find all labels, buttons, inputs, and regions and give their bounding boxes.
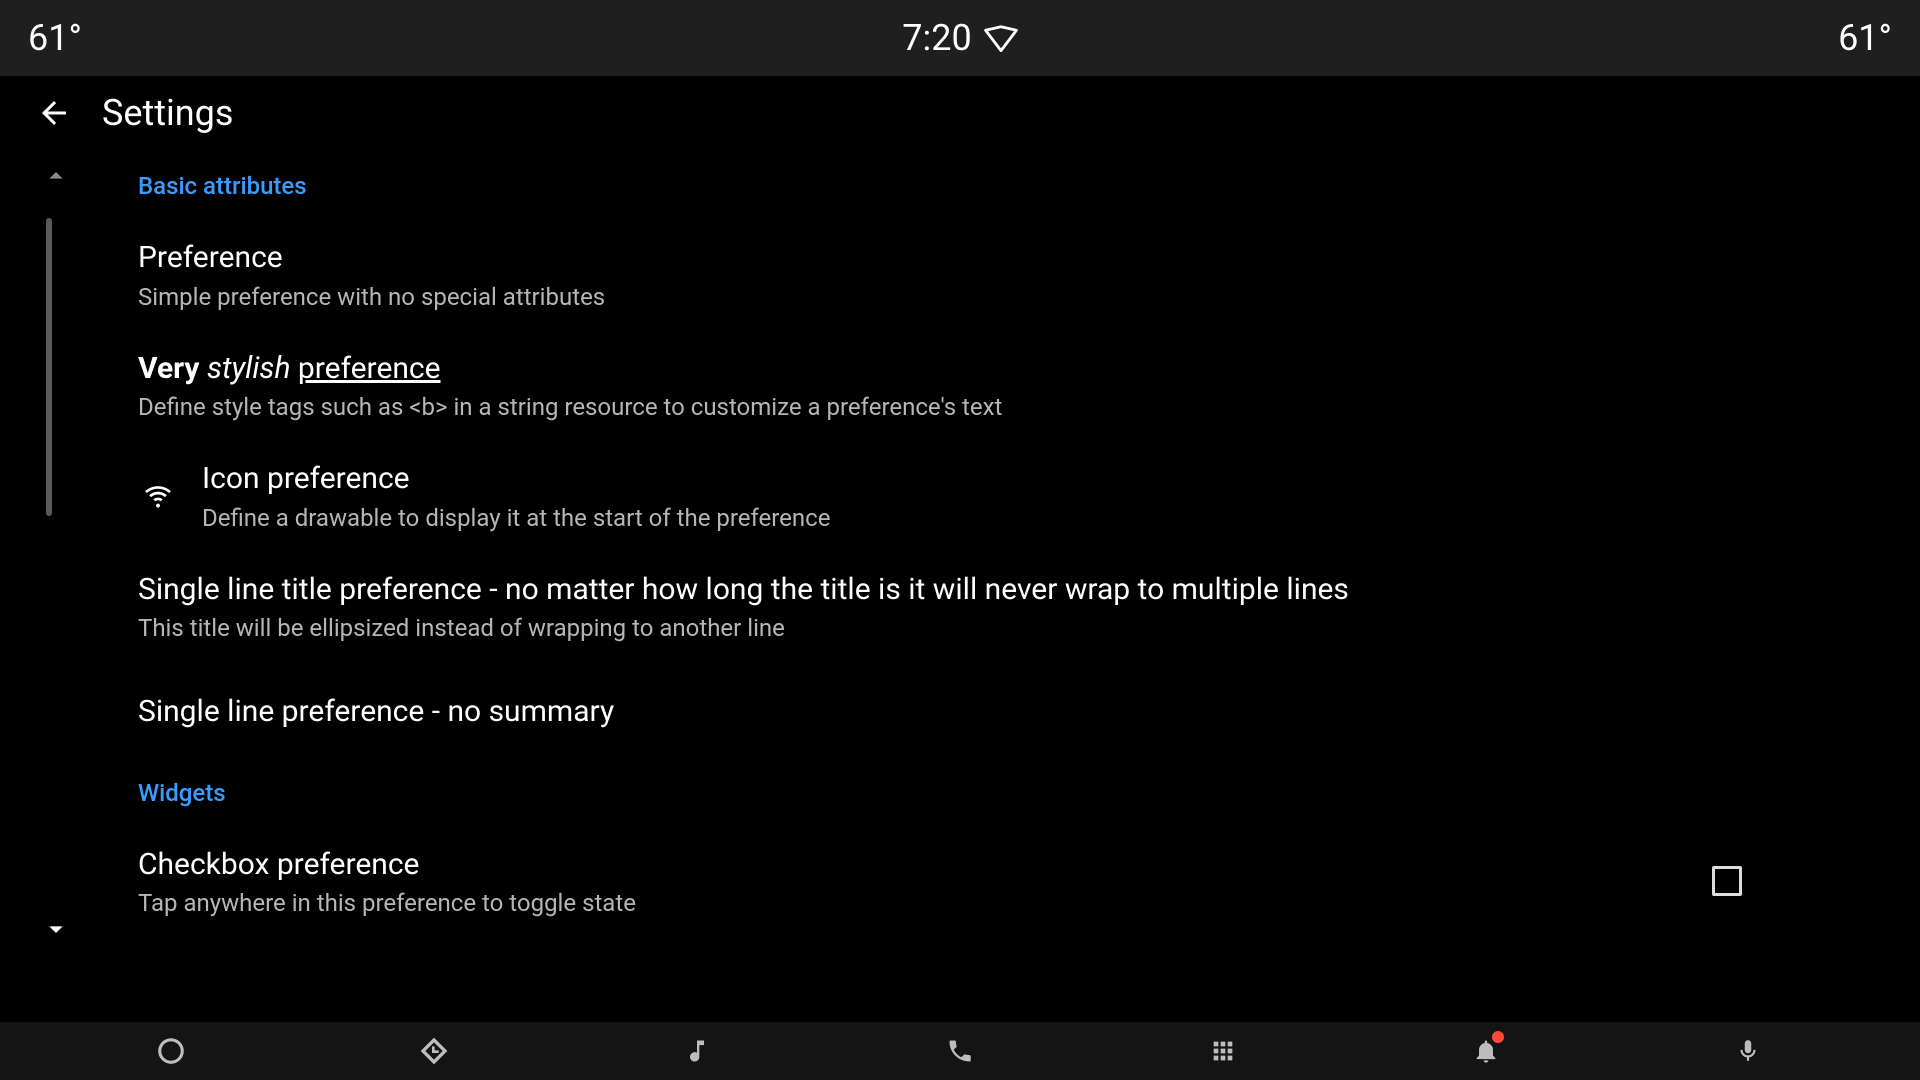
apps-grid-icon xyxy=(1209,1037,1237,1065)
pref-title: Preference xyxy=(138,238,1782,279)
pref-single-line-title[interactable]: Single line title preference - no matter… xyxy=(120,554,1800,665)
nav-voice[interactable] xyxy=(1724,1027,1772,1075)
nav-navigation[interactable] xyxy=(410,1027,458,1075)
category-basic-attributes: Basic attributes xyxy=(120,154,1800,222)
pref-no-summary[interactable]: Single line preference - no summary xyxy=(120,664,1800,761)
notification-dot-icon xyxy=(1492,1031,1504,1043)
phone-icon xyxy=(946,1037,974,1065)
status-bar: 61° 7:20 61° xyxy=(0,0,1920,76)
pref-title: Icon preference xyxy=(202,459,1782,500)
pref-summary: Simple preference with no special attrib… xyxy=(138,283,1782,311)
page-title: Settings xyxy=(102,92,233,134)
chevron-down-icon xyxy=(40,913,72,945)
back-button[interactable] xyxy=(34,93,74,133)
temp-left: 61° xyxy=(28,17,82,59)
pref-icon[interactable]: Icon preference Define a drawable to dis… xyxy=(120,443,1800,554)
pref-title: Single line preference - no summary xyxy=(138,692,1782,733)
scroll-indicator xyxy=(46,218,52,516)
arrow-left-icon xyxy=(36,95,72,131)
settings-list: Basic attributes Preference Simple prefe… xyxy=(0,154,1920,939)
wifi-outline-icon xyxy=(984,24,1018,52)
nav-music[interactable] xyxy=(673,1027,721,1075)
nav-assistant[interactable] xyxy=(147,1027,195,1075)
scroll-down-button[interactable] xyxy=(40,913,72,945)
navigation-icon xyxy=(418,1035,450,1067)
nav-notifications[interactable] xyxy=(1462,1027,1510,1075)
category-widgets: Widgets xyxy=(120,761,1800,829)
status-center: 7:20 xyxy=(902,17,1017,59)
pref-summary: Define a drawable to display it at the s… xyxy=(202,504,1782,532)
pref-simple[interactable]: Preference Simple preference with no spe… xyxy=(120,222,1800,333)
nav-phone[interactable] xyxy=(936,1027,984,1075)
clock: 7:20 xyxy=(902,17,971,59)
temp-right: 61° xyxy=(1838,17,1892,59)
nav-apps[interactable] xyxy=(1199,1027,1247,1075)
music-note-icon xyxy=(683,1037,711,1065)
pref-summary: Define style tags such as <b> in a strin… xyxy=(138,393,1782,421)
pref-checkbox[interactable]: Checkbox preference Tap anywhere in this… xyxy=(120,829,1800,940)
nav-bar xyxy=(0,1022,1920,1080)
microphone-icon xyxy=(1735,1038,1761,1064)
pref-title: Very stylish preference xyxy=(138,349,1782,390)
pref-summary: Tap anywhere in this preference to toggl… xyxy=(138,889,1688,917)
checkbox-icon[interactable] xyxy=(1712,866,1742,896)
wifi-icon xyxy=(138,479,178,511)
pref-title: Single line title preference - no matter… xyxy=(138,570,1782,611)
pref-title: Checkbox preference xyxy=(138,845,1688,886)
chevron-up-icon xyxy=(40,160,72,192)
circle-outline-icon xyxy=(156,1036,186,1066)
pref-summary: This title will be ellipsized instead of… xyxy=(138,614,1782,642)
pref-stylish[interactable]: Very stylish preference Define style tag… xyxy=(120,333,1800,444)
scroll-up-button[interactable] xyxy=(40,160,72,192)
app-bar: Settings xyxy=(0,76,1920,154)
